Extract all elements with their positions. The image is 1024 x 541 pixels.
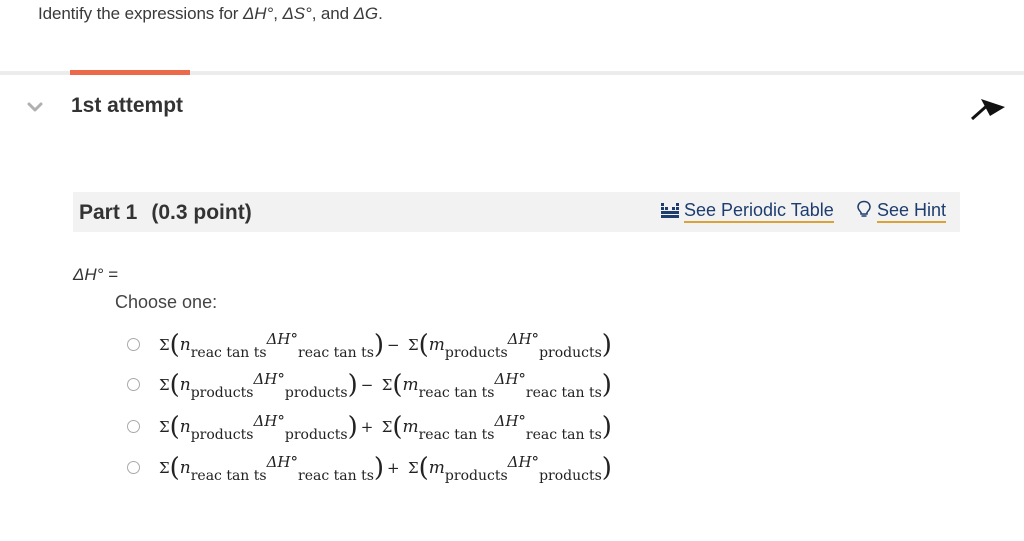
- left-paren: (: [392, 370, 403, 400]
- enthalpy-symbol: ΔH°: [507, 330, 540, 348]
- part-header: Part 1 (0.3 point) See Periodic Table See…: [73, 192, 960, 232]
- radio-button[interactable]: [127, 420, 140, 433]
- see-periodic-table-label: See Periodic Table: [684, 200, 834, 223]
- answer-option-3[interactable]: Σ(nproductsΔH°products) + Σ(mreac tan tsΔ…: [127, 412, 647, 452]
- part-points: (0.3 point): [151, 201, 252, 224]
- enthalpy-subscript: products: [284, 385, 348, 401]
- coefficient-subscript: products: [444, 468, 508, 484]
- sigma-symbol: Σ: [381, 418, 393, 436]
- sigma-symbol: Σ: [159, 336, 170, 354]
- enthalpy-subscript: reac tan ts: [298, 468, 374, 484]
- question-text: Identify the expressions for ΔH°, ΔS°, a…: [38, 4, 383, 23]
- right-paren: ): [347, 412, 358, 442]
- left-paren: (: [418, 453, 429, 483]
- enthalpy-subscript: products: [539, 345, 602, 361]
- coefficient: m: [428, 458, 445, 478]
- coefficient-subscript: reac tan ts: [418, 427, 495, 443]
- enthalpy-symbol: ΔH°: [253, 370, 285, 388]
- enthalpy-symbol: ΔH°: [507, 453, 540, 471]
- part-title: Part 1 (0.3 point): [79, 201, 252, 224]
- right-paren: ): [601, 412, 612, 442]
- left-paren: (: [169, 370, 180, 400]
- sigma-symbol: Σ: [408, 336, 419, 354]
- operator: +: [360, 418, 374, 436]
- answer-option-1[interactable]: Σ(nreac tan tsΔH°reac tan ts) − Σ(mproduc…: [127, 330, 647, 370]
- right-paren: ): [601, 453, 612, 483]
- coefficient-subscript: products: [190, 427, 254, 443]
- coefficient-subscript: reac tan ts: [190, 345, 267, 361]
- operator: +: [387, 459, 400, 477]
- enthalpy-symbol: ΔH°: [266, 330, 299, 348]
- left-paren: (: [169, 412, 180, 442]
- chevron-down-icon[interactable]: [26, 100, 44, 114]
- enthalpy-symbol: ΔH°: [494, 412, 526, 430]
- coefficient: n: [179, 335, 191, 355]
- right-paren: ): [347, 370, 358, 400]
- left-paren: (: [169, 330, 180, 360]
- coefficient: m: [402, 375, 419, 395]
- left-paren: (: [169, 453, 180, 483]
- coefficient: n: [179, 417, 191, 437]
- right-paren: ): [373, 453, 385, 483]
- sigma-symbol: Σ: [408, 459, 419, 477]
- right-paren: ): [601, 330, 612, 360]
- coefficient-subscript: reac tan ts: [418, 385, 495, 401]
- answer-expression: Σ(nproductsΔH°products) − Σ(mreac tan tsΔ…: [159, 370, 612, 401]
- enthalpy-symbol: ΔH°: [253, 412, 285, 430]
- enthalpy-subscript: products: [284, 427, 348, 443]
- answer-expression: Σ(nreac tan tsΔH°reac tan ts) − Σ(mproduc…: [159, 330, 612, 361]
- collapse-arrow-icon[interactable]: [968, 94, 1008, 124]
- coefficient: n: [179, 375, 191, 395]
- enthalpy-symbol: ΔH°: [494, 370, 526, 388]
- sigma-symbol: Σ: [159, 459, 170, 477]
- dg-symbol: ΔG: [353, 4, 379, 23]
- see-hint-link[interactable]: See Hint: [856, 200, 947, 223]
- sigma-symbol: Σ: [159, 418, 170, 436]
- coefficient: m: [428, 335, 445, 355]
- operator: −: [387, 336, 400, 354]
- answer-expression: Σ(nproductsΔH°products) + Σ(mreac tan tsΔ…: [159, 412, 612, 443]
- enthalpy-subscript: reac tan ts: [525, 427, 602, 443]
- question-header: Identify the expressions for ΔH°, ΔS°, a…: [0, 0, 1024, 72]
- sigma-symbol: Σ: [381, 376, 393, 394]
- answer-option-4[interactable]: Σ(nreac tan tsΔH°reac tan ts) + Σ(mproduc…: [127, 453, 647, 493]
- right-paren: ): [373, 330, 385, 360]
- choose-one-label: Choose one:: [115, 292, 218, 312]
- sigma-symbol: Σ: [159, 376, 170, 394]
- radio-button[interactable]: [127, 338, 140, 351]
- ds-symbol: ΔS°: [282, 4, 312, 23]
- see-hint-label: See Hint: [877, 200, 947, 223]
- left-paren: (: [418, 330, 429, 360]
- right-paren: ): [601, 370, 612, 400]
- periodic-table-icon: [661, 203, 679, 218]
- operator: −: [360, 376, 374, 394]
- radio-button[interactable]: [127, 461, 140, 474]
- radio-button[interactable]: [127, 378, 140, 391]
- dh-symbol: ΔH°: [243, 4, 274, 23]
- enthalpy-subscript: reac tan ts: [298, 345, 374, 361]
- see-periodic-table-link[interactable]: See Periodic Table: [661, 200, 834, 223]
- attempt-title[interactable]: 1st attempt: [71, 94, 183, 118]
- coefficient: m: [402, 417, 419, 437]
- enthalpy-symbol: ΔH°: [266, 453, 299, 471]
- coefficient-subscript: reac tan ts: [190, 468, 267, 484]
- left-paren: (: [392, 412, 403, 442]
- coefficient: n: [179, 458, 191, 478]
- answer-option-2[interactable]: Σ(nproductsΔH°products) − Σ(mreac tan tsΔ…: [127, 370, 647, 410]
- answer-expression: Σ(nreac tan tsΔH°reac tan ts) + Σ(mproduc…: [159, 453, 612, 484]
- lightbulb-icon: [857, 200, 871, 217]
- coefficient-subscript: products: [190, 385, 254, 401]
- coefficient-subscript: products: [444, 345, 508, 361]
- attempt-accent-bar: [70, 70, 190, 75]
- enthalpy-subscript: reac tan ts: [525, 385, 602, 401]
- dh-prompt: ΔH° =: [73, 265, 119, 284]
- enthalpy-subscript: products: [539, 468, 602, 484]
